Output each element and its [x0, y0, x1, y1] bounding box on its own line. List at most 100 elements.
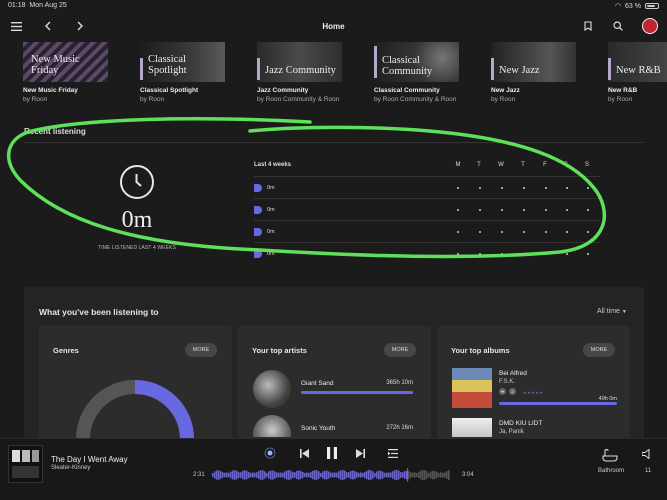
- section-divider: [24, 142, 644, 143]
- artist-time: 365h 10m: [386, 380, 413, 386]
- waveform-bar: [312, 470, 314, 480]
- genres-card: Genres MORE: [39, 326, 232, 448]
- day-dot: [457, 187, 459, 189]
- waveform-bar: [326, 470, 328, 480]
- week-pill: [254, 206, 262, 214]
- album-cover: [452, 368, 492, 408]
- waveform-bar: [402, 472, 404, 478]
- waveform-bar: [238, 472, 240, 478]
- waveform-bar: [332, 472, 334, 478]
- album-artist: F.S.K.: [499, 379, 516, 385]
- waveform-bar: [290, 470, 292, 480]
- waveform-bar: [292, 472, 294, 478]
- track-title[interactable]: The Day I Went Away: [51, 455, 128, 464]
- day-dot: [587, 231, 589, 233]
- week-pill: [254, 250, 262, 258]
- waveform-bar: [240, 472, 242, 478]
- waveform-bar: [396, 469, 398, 481]
- waveform-bar: [360, 472, 362, 478]
- waveform-bar: [294, 472, 296, 478]
- queue-icon[interactable]: [386, 446, 400, 460]
- profile-avatar[interactable]: [642, 18, 658, 34]
- waveform-bar: [340, 470, 342, 480]
- album-artist: Ja, Panik: [499, 429, 524, 435]
- day-header: S: [563, 162, 568, 168]
- waveform-bar: [410, 472, 412, 478]
- artist-row[interactable]: Giant Sand 365h 10m: [253, 370, 413, 408]
- day-dot: [457, 231, 459, 233]
- top-albums-more-button[interactable]: MORE: [583, 343, 615, 357]
- playlist-card[interactable]: New R&B New R&B by Roon: [608, 42, 667, 103]
- status-time: 01:18 Mon Aug 25: [8, 2, 67, 9]
- waveform-bar: [272, 470, 274, 480]
- playlist-name: New Jazz: [491, 87, 520, 94]
- top-albums-title: Your top albums: [451, 346, 510, 355]
- zone-name[interactable]: Bathroom: [598, 468, 624, 474]
- playlist-card[interactable]: Classical Community Classical Community …: [374, 42, 459, 103]
- day-dot: [566, 209, 568, 211]
- album-row[interactable]: DMD KIU LIDT Ja, Panik: [452, 418, 617, 437]
- playlist-card[interactable]: Classical Spotlight Classical Spotlight …: [140, 42, 225, 103]
- waveform-bar: [330, 472, 332, 478]
- waveform-bar: [442, 472, 444, 478]
- next-track-icon[interactable]: [353, 446, 367, 460]
- playhead[interactable]: [407, 468, 409, 482]
- playlist-card[interactable]: Jazz Community Jazz Community by Roon Co…: [257, 42, 342, 103]
- previous-track-icon[interactable]: [297, 446, 311, 460]
- waveform-bar: [344, 470, 346, 480]
- bathtub-icon[interactable]: [599, 446, 621, 464]
- bookmark-icon[interactable]: [580, 18, 596, 34]
- week-value: 0m: [267, 251, 275, 257]
- waveform-bar: [338, 471, 340, 479]
- track-artist[interactable]: Sleater-Kinney: [51, 465, 90, 471]
- waveform-bar: [266, 472, 268, 478]
- waveform-bar: [316, 470, 318, 480]
- time-range-dropdown[interactable]: All time ▼: [597, 308, 627, 315]
- now-playing-cover[interactable]: [8, 445, 43, 483]
- genres-more-button[interactable]: MORE: [185, 343, 217, 357]
- playlist-card[interactable]: New Jazz New Jazz by Roon: [491, 42, 576, 103]
- waveform-bar: [432, 470, 434, 480]
- day-dot: [479, 231, 481, 233]
- playlist-author: by Roon: [608, 96, 633, 103]
- playlist-author: by Roon Community & Roon: [374, 96, 457, 103]
- clock-icon: [120, 165, 154, 199]
- day-dot: [545, 231, 547, 233]
- waveform-bar: [350, 470, 352, 480]
- waveform-bar: [260, 470, 262, 480]
- search-icon[interactable]: [610, 18, 626, 34]
- waveform-bar: [446, 471, 448, 479]
- week-value: 0m: [267, 229, 275, 235]
- signal-path-icon[interactable]: [263, 446, 277, 460]
- playlist-art-title: New R&B: [616, 64, 661, 76]
- time-listened-caption: TIME LISTENED LAST 4 WEEKS: [98, 245, 176, 251]
- volume-level[interactable]: 11: [645, 468, 651, 474]
- rating-stars: ★★★★★: [523, 390, 544, 395]
- playlist-name: New Music Friday: [23, 87, 78, 94]
- waveform-bar: [250, 472, 252, 478]
- artist-name: Sonic Youth: [301, 425, 336, 432]
- week-value: 0m: [267, 207, 275, 213]
- playlist-author: by Roon Community & Roon: [257, 96, 340, 103]
- artist-row[interactable]: Sonic Youth 272h 16m: [253, 415, 413, 437]
- waveform-bar: [244, 470, 246, 480]
- volume-icon[interactable]: [639, 447, 653, 461]
- album-row[interactable]: Bei Alfred F.S.K. ♥ 2 ★★★★★ 49h 0m: [452, 368, 617, 408]
- waveform-bar: [366, 470, 368, 480]
- day-dot: [501, 253, 503, 255]
- waveform-bar: [428, 472, 430, 478]
- top-artists-more-button[interactable]: MORE: [384, 343, 416, 357]
- waveform-bar: [310, 472, 312, 478]
- playlist-card[interactable]: New Music Friday New Music Friday by Roo…: [23, 42, 108, 103]
- pause-icon[interactable]: [324, 444, 340, 462]
- waveform-bar: [420, 470, 422, 480]
- recent-listening-title: Recent listening: [24, 127, 86, 136]
- waveform-bar: [346, 472, 348, 478]
- waveform-bar: [268, 471, 270, 479]
- day-dot: [501, 209, 503, 211]
- genres-title: Genres: [53, 346, 79, 355]
- waveform-bar: [256, 472, 258, 478]
- waveform-bar: [216, 470, 218, 480]
- status-bar: 01:18 Mon Aug 25 ◠ 63 %: [0, 0, 667, 12]
- waveform-seekbar[interactable]: [212, 468, 450, 482]
